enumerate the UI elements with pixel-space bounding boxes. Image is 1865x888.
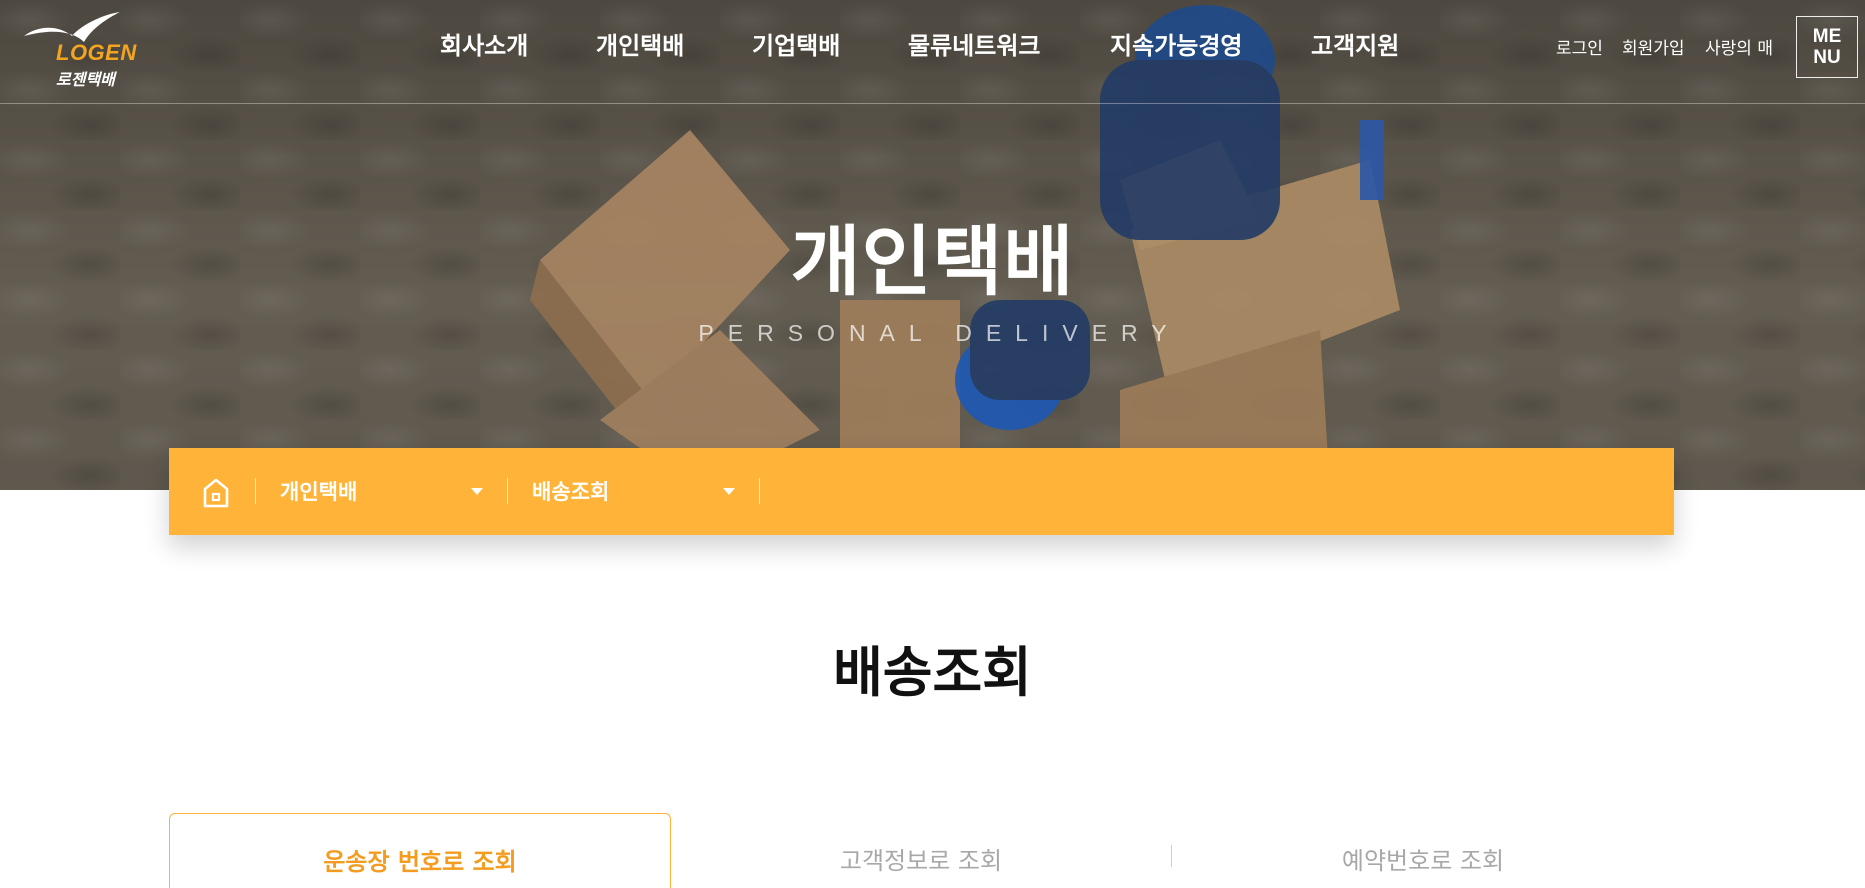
menu-button-line1: ME	[1812, 26, 1842, 47]
nav-item-customer-support[interactable]: 고객지원	[1311, 26, 1399, 61]
menu-button[interactable]: ME NU	[1796, 16, 1858, 78]
page-title: 배송조회	[833, 641, 1032, 704]
tab-label: 예약번호로 조회	[1341, 847, 1505, 875]
tab-label: 고객정보로 조회	[839, 847, 1003, 875]
charity-link[interactable]: 사랑의 매	[1705, 34, 1773, 59]
nav-item-company[interactable]: 회사소개	[440, 26, 528, 61]
search-type-tabs: 운송장 번호로 조회 고객정보로 조회 예약번호로 조회	[169, 813, 1674, 888]
tab-reservation-number[interactable]: 예약번호로 조회	[1172, 813, 1674, 888]
chevron-down-icon	[471, 488, 483, 495]
nav-item-logistics-network[interactable]: 물류네트워크	[908, 26, 1040, 61]
home-button[interactable]	[197, 473, 235, 511]
breadcrumb-page-label: 배송조회	[532, 480, 610, 504]
signup-link[interactable]: 회원가입	[1622, 34, 1685, 59]
breadcrumb-category-label: 개인택배	[280, 480, 358, 504]
breadcrumb-select-page[interactable]: 배송조회	[508, 448, 758, 535]
menu-button-line2: NU	[1813, 47, 1841, 68]
nav-item-sustainability[interactable]: 지속가능경영	[1110, 26, 1242, 61]
tab-waybill-number[interactable]: 운송장 번호로 조회	[169, 813, 671, 888]
hero-subtitle: PERSONAL DELIVERY	[698, 320, 1181, 346]
nav-item-personal-delivery[interactable]: 개인택배	[596, 26, 684, 61]
chevron-down-icon	[723, 488, 735, 495]
tab-customer-info[interactable]: 고객정보로 조회	[671, 813, 1171, 888]
home-icon	[203, 478, 229, 508]
breadcrumb-select-category[interactable]: 개인택배	[256, 448, 506, 535]
nav-item-business-delivery[interactable]: 기업택배	[752, 26, 840, 61]
breadcrumb: 개인택배 배송조회	[169, 448, 1674, 535]
hero-banner: LOGEN 로젠택배 회사소개 개인택배 기업택배 물류네트워크 지속가능경영 …	[0, 0, 1865, 490]
logo-text-ko: 로젠택배	[56, 70, 115, 89]
hero-title: 개인택배	[790, 217, 1075, 306]
tab-label: 운송장 번호로 조회	[323, 848, 517, 876]
login-link[interactable]: 로그인	[1556, 34, 1603, 59]
site-header: LOGEN 로젠택배 회사소개 개인택배 기업택배 물류네트워크 지속가능경영 …	[0, 0, 1865, 104]
breadcrumb-divider	[759, 478, 760, 504]
